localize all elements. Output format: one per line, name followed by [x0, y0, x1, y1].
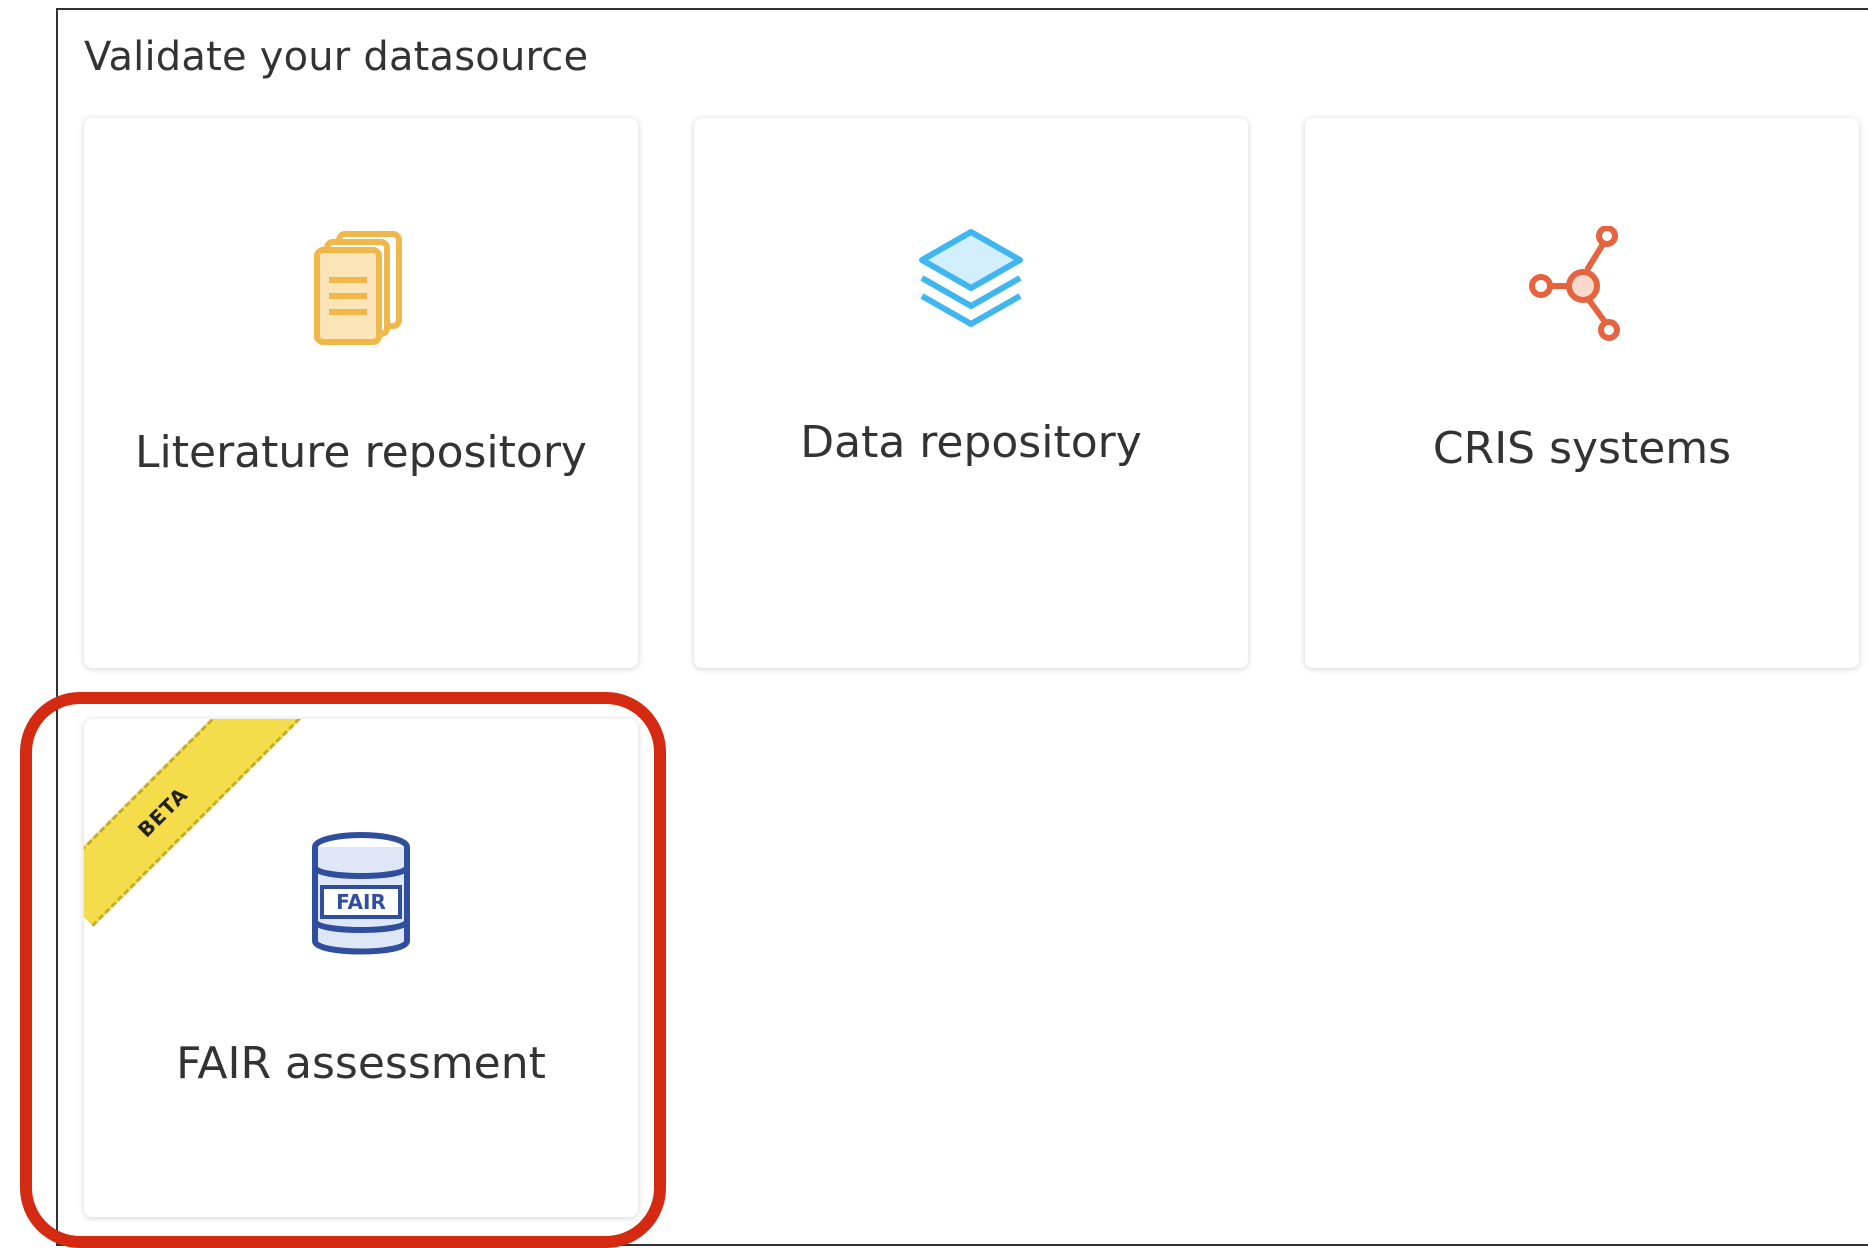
cris-systems-card[interactable]: CRIS systems	[1305, 118, 1859, 668]
literature-repository-card[interactable]: Literature repository	[84, 118, 638, 668]
documents-icon	[314, 231, 402, 345]
card-label: Data repository	[800, 417, 1142, 468]
layers-icon	[919, 229, 1023, 327]
section-title: Validate your datasource	[84, 34, 589, 80]
card-label: Literature repository	[135, 427, 587, 478]
fair-icon-text: FAIR	[336, 890, 386, 914]
fair-database-icon: FAIR	[312, 832, 410, 955]
fair-assessment-card[interactable]: BETA FAIR FAIR assessment	[84, 719, 638, 1217]
card-label: CRIS systems	[1432, 423, 1732, 474]
data-repository-card[interactable]: Data repository	[694, 118, 1248, 668]
beta-ribbon: BETA	[84, 719, 320, 927]
card-label: FAIR assessment	[176, 1038, 546, 1089]
network-nodes-icon	[1529, 226, 1620, 341]
beta-badge: BETA	[132, 782, 193, 843]
